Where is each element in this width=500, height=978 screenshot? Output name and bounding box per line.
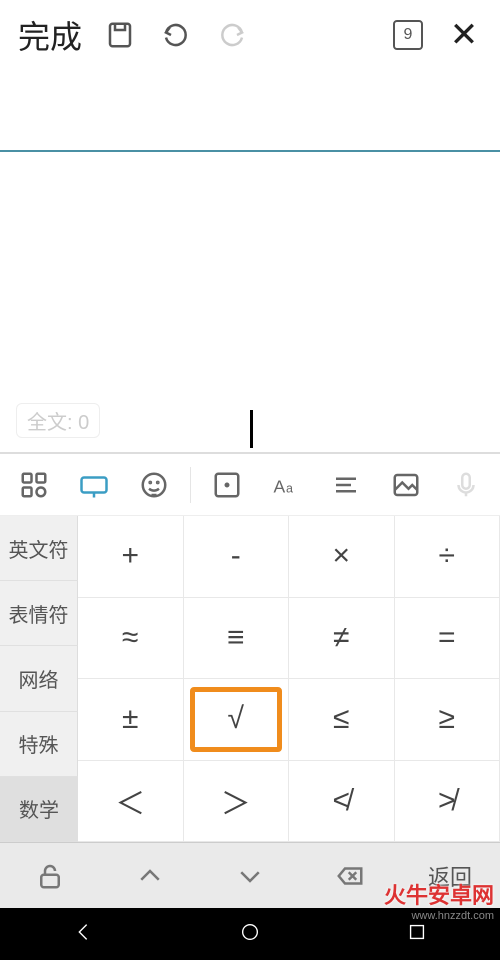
symbol-key[interactable]: = bbox=[395, 598, 500, 680]
save-icon[interactable] bbox=[92, 20, 148, 50]
nav-back-icon[interactable] bbox=[72, 921, 94, 948]
symbol-key[interactable]: - bbox=[184, 516, 290, 598]
symbol-key[interactable]: ≯ bbox=[395, 761, 500, 843]
symbol-key[interactable]: ＞ bbox=[184, 761, 290, 843]
symbol-key[interactable]: + bbox=[78, 516, 184, 598]
editor-body-area[interactable]: 全文: 0 bbox=[0, 152, 500, 452]
svg-text:a: a bbox=[286, 481, 293, 495]
apps-icon[interactable] bbox=[6, 470, 62, 500]
category-tabs: 英文符 表情符 网络 特殊 数学 bbox=[0, 516, 78, 842]
tab-math[interactable]: 数学 bbox=[0, 777, 78, 842]
symbol-key[interactable]: ≡ bbox=[184, 598, 290, 680]
redo-icon bbox=[204, 20, 260, 50]
symbol-key[interactable]: ÷ bbox=[395, 516, 500, 598]
tab-english[interactable]: 英文符 bbox=[0, 516, 78, 581]
align-icon[interactable] bbox=[318, 470, 374, 500]
symbol-key[interactable]: ≮ bbox=[289, 761, 395, 843]
return-button[interactable]: 返回 bbox=[400, 860, 500, 892]
keyboard-bottom-bar: 返回 bbox=[0, 842, 500, 908]
symbol-panel: 英文符 表情符 网络 特殊 数学 +-×÷ ≈≡≠= ±√≤≥ ＜＞≮≯ bbox=[0, 516, 500, 842]
lock-icon[interactable] bbox=[0, 861, 100, 891]
symbol-key[interactable]: ≈ bbox=[78, 598, 184, 680]
symbol-key[interactable]: ± bbox=[78, 679, 184, 761]
nav-recent-icon[interactable] bbox=[406, 921, 428, 948]
symbol-grid: +-×÷ ≈≡≠= ±√≤≥ ＜＞≮≯ bbox=[78, 516, 500, 842]
top-toolbar: 完成 9 ✕ bbox=[0, 0, 500, 70]
symbol-key[interactable]: ＜ bbox=[78, 761, 184, 843]
backspace-icon[interactable] bbox=[300, 861, 400, 891]
mic-icon bbox=[438, 470, 494, 500]
down-arrow-icon[interactable] bbox=[200, 861, 300, 891]
toolbar-divider bbox=[190, 467, 191, 503]
keyboard-icon[interactable] bbox=[66, 470, 122, 500]
close-icon[interactable]: ✕ bbox=[436, 15, 492, 55]
nav-home-icon[interactable] bbox=[239, 921, 261, 948]
android-nav-bar bbox=[0, 908, 500, 960]
font-icon[interactable]: Aa bbox=[259, 470, 315, 500]
symbol-key[interactable]: ≠ bbox=[289, 598, 395, 680]
undo-icon[interactable] bbox=[148, 20, 204, 50]
symbol-key[interactable]: × bbox=[289, 516, 395, 598]
symbol-key[interactable]: ≥ bbox=[395, 679, 500, 761]
image-icon[interactable] bbox=[378, 470, 434, 500]
editor-header-area[interactable] bbox=[0, 70, 500, 152]
svg-text:A: A bbox=[274, 476, 286, 496]
tab-emoji[interactable]: 表情符 bbox=[0, 581, 78, 646]
format-toolbar: Aa bbox=[0, 452, 500, 516]
word-counter: 全文: 0 bbox=[16, 403, 100, 438]
emoji-icon[interactable] bbox=[126, 470, 182, 500]
tab-special[interactable]: 特殊 bbox=[0, 712, 78, 777]
fullscreen-icon[interactable] bbox=[199, 470, 255, 500]
symbol-key[interactable]: √ bbox=[184, 679, 290, 761]
text-caret bbox=[250, 410, 253, 448]
symbol-key[interactable]: ≤ bbox=[289, 679, 395, 761]
tab-network[interactable]: 网络 bbox=[0, 646, 78, 711]
up-arrow-icon[interactable] bbox=[100, 861, 200, 891]
page-count-badge[interactable]: 9 bbox=[380, 20, 436, 50]
done-button[interactable]: 完成 bbox=[8, 12, 92, 58]
